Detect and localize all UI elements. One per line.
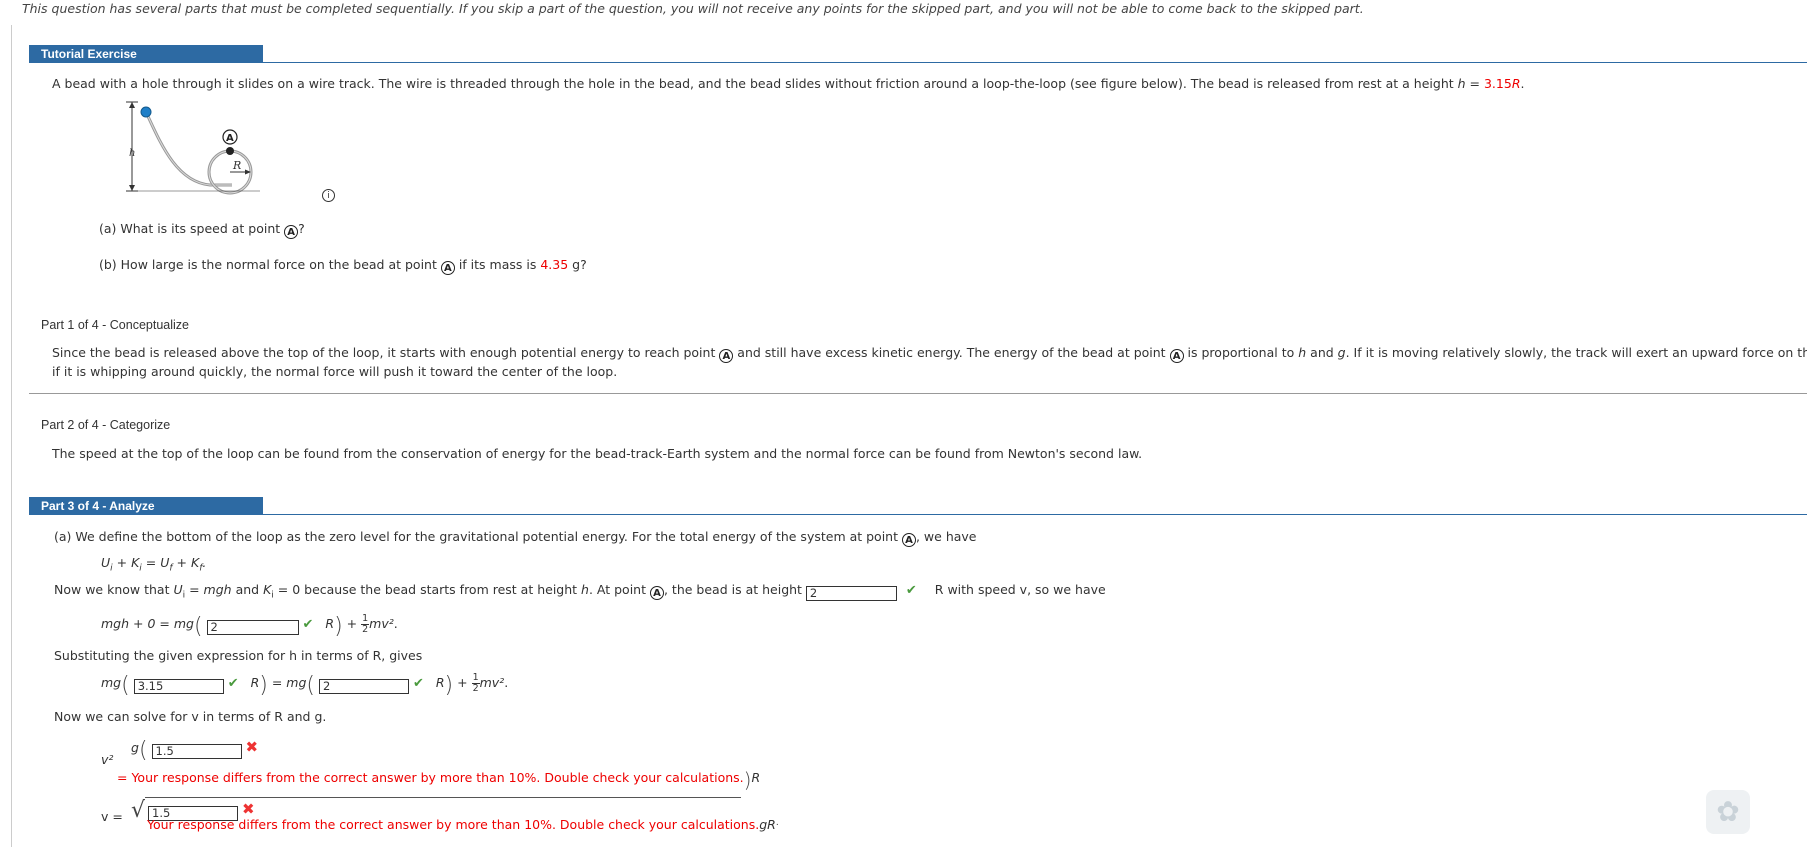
point-A-symbol: A bbox=[284, 225, 299, 239]
solve-label: Now we can solve for v in terms of R and… bbox=[54, 709, 327, 724]
svg-text:A: A bbox=[226, 133, 234, 144]
part3-header-rule bbox=[29, 514, 1807, 515]
left-border bbox=[11, 25, 12, 847]
eq1-check-icon: ✔ bbox=[302, 617, 314, 632]
point-A-symbol: A bbox=[649, 586, 664, 600]
logo-icon: ✿ bbox=[1706, 790, 1750, 834]
half-fraction: 12 bbox=[361, 613, 370, 635]
part3-know-line: Now we know that Ui = mgh and Ki = 0 bec… bbox=[54, 582, 1106, 601]
part2-label: Part 2 of 4 - Categorize bbox=[41, 418, 171, 432]
part1-separator bbox=[29, 393, 1807, 394]
energy-equation: Ui + Ki = Uf + Kf. bbox=[101, 555, 207, 574]
sequential-notice: This question has several parts that mus… bbox=[22, 1, 1364, 16]
v2-error-message: = Your response differs from the correct… bbox=[117, 770, 744, 785]
label-R: R bbox=[232, 159, 241, 172]
part3-header: Part 3 of 4 - Analyze bbox=[29, 497, 263, 515]
loop-the-loop-figure: h R A bbox=[126, 101, 260, 195]
tutorial-header-rule bbox=[29, 62, 1807, 63]
tutorial-header: Tutorial Exercise bbox=[29, 45, 263, 63]
part3-line-a: (a) We define the bottom of the loop as … bbox=[54, 529, 977, 547]
v2-wrong-icon: ✖ bbox=[245, 738, 259, 756]
question-a: (a) What is its speed at point A? bbox=[99, 221, 305, 239]
part1-text-line1: Since the bead is released above the top… bbox=[52, 345, 1807, 363]
point-A-symbol: A bbox=[1169, 349, 1184, 363]
eq1-input[interactable]: 2 bbox=[206, 620, 299, 635]
eq2-height-check-icon: ✔ bbox=[412, 676, 424, 691]
v-error-row: Your response differs from the correct a… bbox=[147, 817, 779, 832]
problem-intro: A bead with a hole through it slides on … bbox=[52, 76, 1525, 91]
point-A-symbol: A bbox=[440, 261, 455, 275]
v2-error-row: = Your response differs from the correct… bbox=[117, 768, 761, 792]
question-b: (b) How large is the normal force on the… bbox=[99, 257, 587, 275]
height-check-icon: ✔ bbox=[905, 583, 917, 598]
v2-input[interactable]: 1.5 bbox=[151, 744, 242, 759]
bead bbox=[140, 106, 152, 118]
wire-track bbox=[144, 111, 232, 187]
point-A-marker bbox=[226, 147, 234, 155]
h-value-input[interactable]: 3.15 bbox=[133, 679, 224, 694]
label-h: h bbox=[129, 148, 135, 159]
v-wrong-icon: ✖ bbox=[241, 800, 255, 818]
substitute-label: Substituting the given expression for h … bbox=[54, 648, 423, 663]
sqrt-bar bbox=[145, 797, 741, 798]
part1-text-line2: if it is whipping around quickly, the no… bbox=[52, 364, 618, 379]
v-error-message: Your response differs from the correct a… bbox=[147, 817, 760, 832]
half-fraction: 12 bbox=[471, 672, 480, 694]
eq1: mgh + 0 = mg( 2 ✔ R) + 1 2 mv². bbox=[101, 613, 398, 640]
v2-input-row: g( 1.5 ✖ bbox=[131, 738, 259, 763]
part2-text: The speed at the top of the loop can be … bbox=[52, 446, 1143, 461]
v2-label: v² bbox=[101, 752, 114, 767]
v-label: v = bbox=[101, 809, 123, 824]
point-A-symbol: A bbox=[719, 349, 734, 363]
point-A-symbol: A bbox=[901, 533, 916, 547]
eq2: mg( 3.15 ✔ R) = mg( 2 ✔ R) + 1 2 mv². bbox=[101, 672, 509, 699]
sqrt-symbol: √ bbox=[131, 798, 146, 823]
h-value-check-icon: ✔ bbox=[227, 676, 239, 691]
part1-label: Part 1 of 4 - Conceptualize bbox=[41, 318, 189, 332]
info-icon[interactable]: i bbox=[322, 189, 335, 202]
eq2-height-input[interactable]: 2 bbox=[318, 679, 409, 694]
height-input[interactable]: 2 bbox=[805, 586, 897, 601]
